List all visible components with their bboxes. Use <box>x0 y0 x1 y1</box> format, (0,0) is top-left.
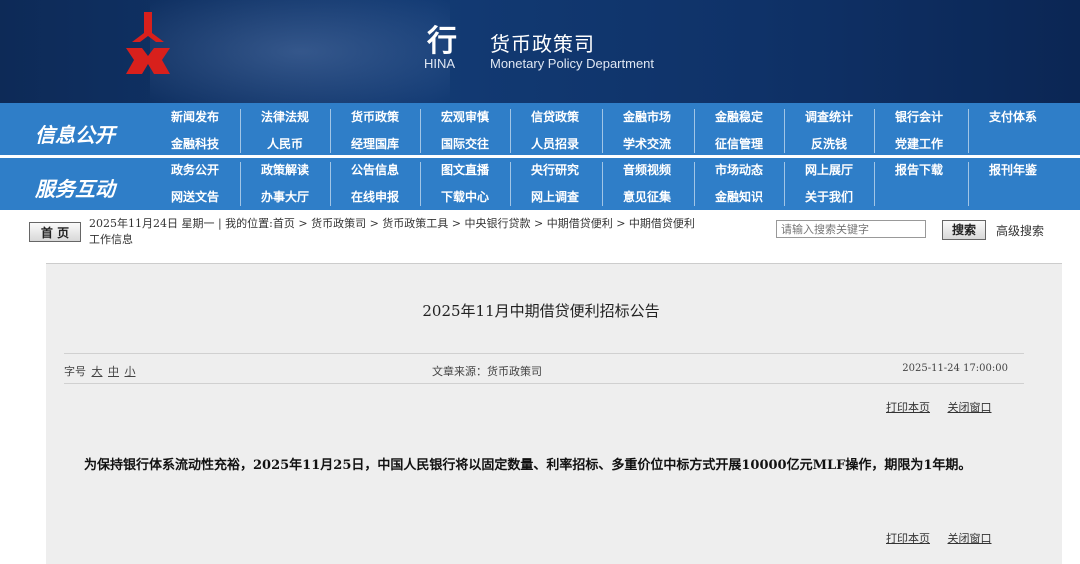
breadcrumb: 2025年11月24日 星期一 | 我的位置:首页 > 货币政策司 > 货币政策… <box>89 217 695 230</box>
nav-separator <box>602 109 603 153</box>
nav-item[interactable]: 学术交流 <box>602 134 692 154</box>
nav-separator <box>968 162 969 206</box>
brand-china-text: HINA <box>424 56 456 71</box>
print-link-bottom[interactable]: 打印本页 <box>886 532 930 545</box>
nav-item[interactable]: 关于我们 <box>784 187 874 207</box>
nav-item[interactable]: 音频视频 <box>602 160 692 180</box>
nav-item[interactable]: 报刊年鉴 <box>968 160 1058 180</box>
close-window-link-bottom[interactable]: 关闭窗口 <box>948 532 992 545</box>
brand-logo-char: 行 <box>427 24 457 59</box>
nav-item[interactable]: 金融稳定 <box>694 107 784 127</box>
department-subtitle: Monetary Policy Department <box>490 56 655 71</box>
nav-item[interactable]: 支付体系 <box>968 107 1058 127</box>
nav-item[interactable]: 法律法规 <box>240 107 330 127</box>
nav-item[interactable]: 办事大厅 <box>240 187 330 207</box>
nav-separator <box>784 162 785 206</box>
nav-item[interactable]: 反洗钱 <box>784 134 874 154</box>
nav-separator <box>420 109 421 153</box>
nav-separator <box>240 109 241 153</box>
nav-item[interactable]: 报告下载 <box>874 160 964 180</box>
nav-separator <box>968 109 969 153</box>
font-size-label: 字号 <box>64 365 86 378</box>
home-button[interactable]: 首 页 <box>29 222 81 242</box>
close-window-link[interactable]: 关闭窗口 <box>948 401 992 414</box>
article-source: 文章来源：货币政策司 <box>432 365 542 378</box>
nav-separator <box>694 162 695 206</box>
nav-item[interactable]: 金融知识 <box>694 187 784 207</box>
header-banner: 行 HINA 货币政策司 Monetary Policy Department <box>0 0 1080 103</box>
nav-item[interactable]: 宏观审慎 <box>420 107 510 127</box>
nav-group-info-public: 信息公开 <box>35 123 115 147</box>
nav-item[interactable]: 金融市场 <box>602 107 692 127</box>
nav-separator <box>330 162 331 206</box>
font-large-link[interactable]: 大 <box>92 365 103 378</box>
meta-bottom-rule <box>64 383 1024 384</box>
font-medium-link[interactable]: 中 <box>108 365 119 378</box>
meta-top-rule <box>64 353 1024 354</box>
nav-item[interactable]: 意见征集 <box>602 187 692 207</box>
font-small-link[interactable]: 小 <box>125 365 136 378</box>
nav-item[interactable]: 图文直播 <box>420 160 510 180</box>
nav-separator <box>510 109 511 153</box>
article-title: 2025年11月中期借贷便利招标公告 <box>422 302 660 320</box>
nav-separator <box>510 162 511 206</box>
info-bar: 首 页 2025年11月24日 星期一 | 我的位置:首页 > 货币政策司 > … <box>0 210 1080 250</box>
search-button[interactable]: 搜索 <box>942 220 986 240</box>
nav-item[interactable]: 信贷政策 <box>510 107 600 127</box>
nav-separator <box>694 109 695 153</box>
nav-item[interactable]: 新闻发布 <box>150 107 240 127</box>
print-link[interactable]: 打印本页 <box>886 401 930 414</box>
nav-item[interactable]: 人员招录 <box>510 134 600 154</box>
nav-item[interactable]: 人民币 <box>240 134 330 154</box>
nav-item[interactable]: 金融科技 <box>150 134 240 154</box>
breadcrumb-continued: 工作信息 <box>89 233 133 246</box>
nav-group-service: 服务互动 <box>35 177 115 201</box>
pboc-emblem-icon <box>126 12 170 74</box>
nav-item[interactable]: 货币政策 <box>330 107 420 127</box>
nav-item[interactable]: 网上展厅 <box>784 160 874 180</box>
font-size-controls: 字号 大 中 小 <box>64 363 136 379</box>
nav-item[interactable]: 调查统计 <box>784 107 874 127</box>
nav-item[interactable]: 央行研究 <box>510 160 600 180</box>
article-panel: 2025年11月中期借贷便利招标公告 字号 大 中 小 文章来源：货币政策司 2… <box>46 263 1062 564</box>
nav-separator <box>330 109 331 153</box>
nav-item[interactable]: 市场动态 <box>694 160 784 180</box>
nav-separator <box>240 162 241 206</box>
article-actions-top: 打印本页 关闭窗口 <box>872 399 992 415</box>
nav-item[interactable]: 公告信息 <box>330 160 420 180</box>
nav-item[interactable]: 征信管理 <box>694 134 784 154</box>
article-actions-bottom: 打印本页 关闭窗口 <box>872 530 992 546</box>
search-input[interactable] <box>776 220 926 238</box>
article-datetime: 2025-11-24 17:00:00 <box>902 363 1008 374</box>
nav-item[interactable]: 在线申报 <box>330 187 420 207</box>
nav-item[interactable]: 经理国库 <box>330 134 420 154</box>
nav-item[interactable]: 政策解读 <box>240 160 330 180</box>
department-title: 货币政策司 <box>490 32 595 56</box>
nav-item[interactable]: 国际交往 <box>420 134 510 154</box>
nav-separator <box>784 109 785 153</box>
article-body: 为保持银行体系流动性充裕，2025年11月25日，中国人民银行将以固定数量、利率… <box>84 458 972 473</box>
main-navigation: 信息公开 服务互动 新闻发布 法律法规 货币政策 宏观审慎 信贷政策 金融市场 金融稳定 调查… <box>0 103 1080 210</box>
nav-separator <box>602 162 603 206</box>
nav-item[interactable]: 下载中心 <box>420 187 510 207</box>
nav-item[interactable]: 党建工作 <box>874 134 964 154</box>
nav-item[interactable]: 网送文告 <box>150 187 240 207</box>
advanced-search-link[interactable]: 高级搜索 <box>996 222 1044 239</box>
nav-item[interactable]: 银行会计 <box>874 107 964 127</box>
nav-separator <box>874 162 875 206</box>
nav-item[interactable]: 网上调查 <box>510 187 600 207</box>
nav-separator <box>874 109 875 153</box>
nav-item[interactable]: 政务公开 <box>150 160 240 180</box>
nav-separator <box>420 162 421 206</box>
